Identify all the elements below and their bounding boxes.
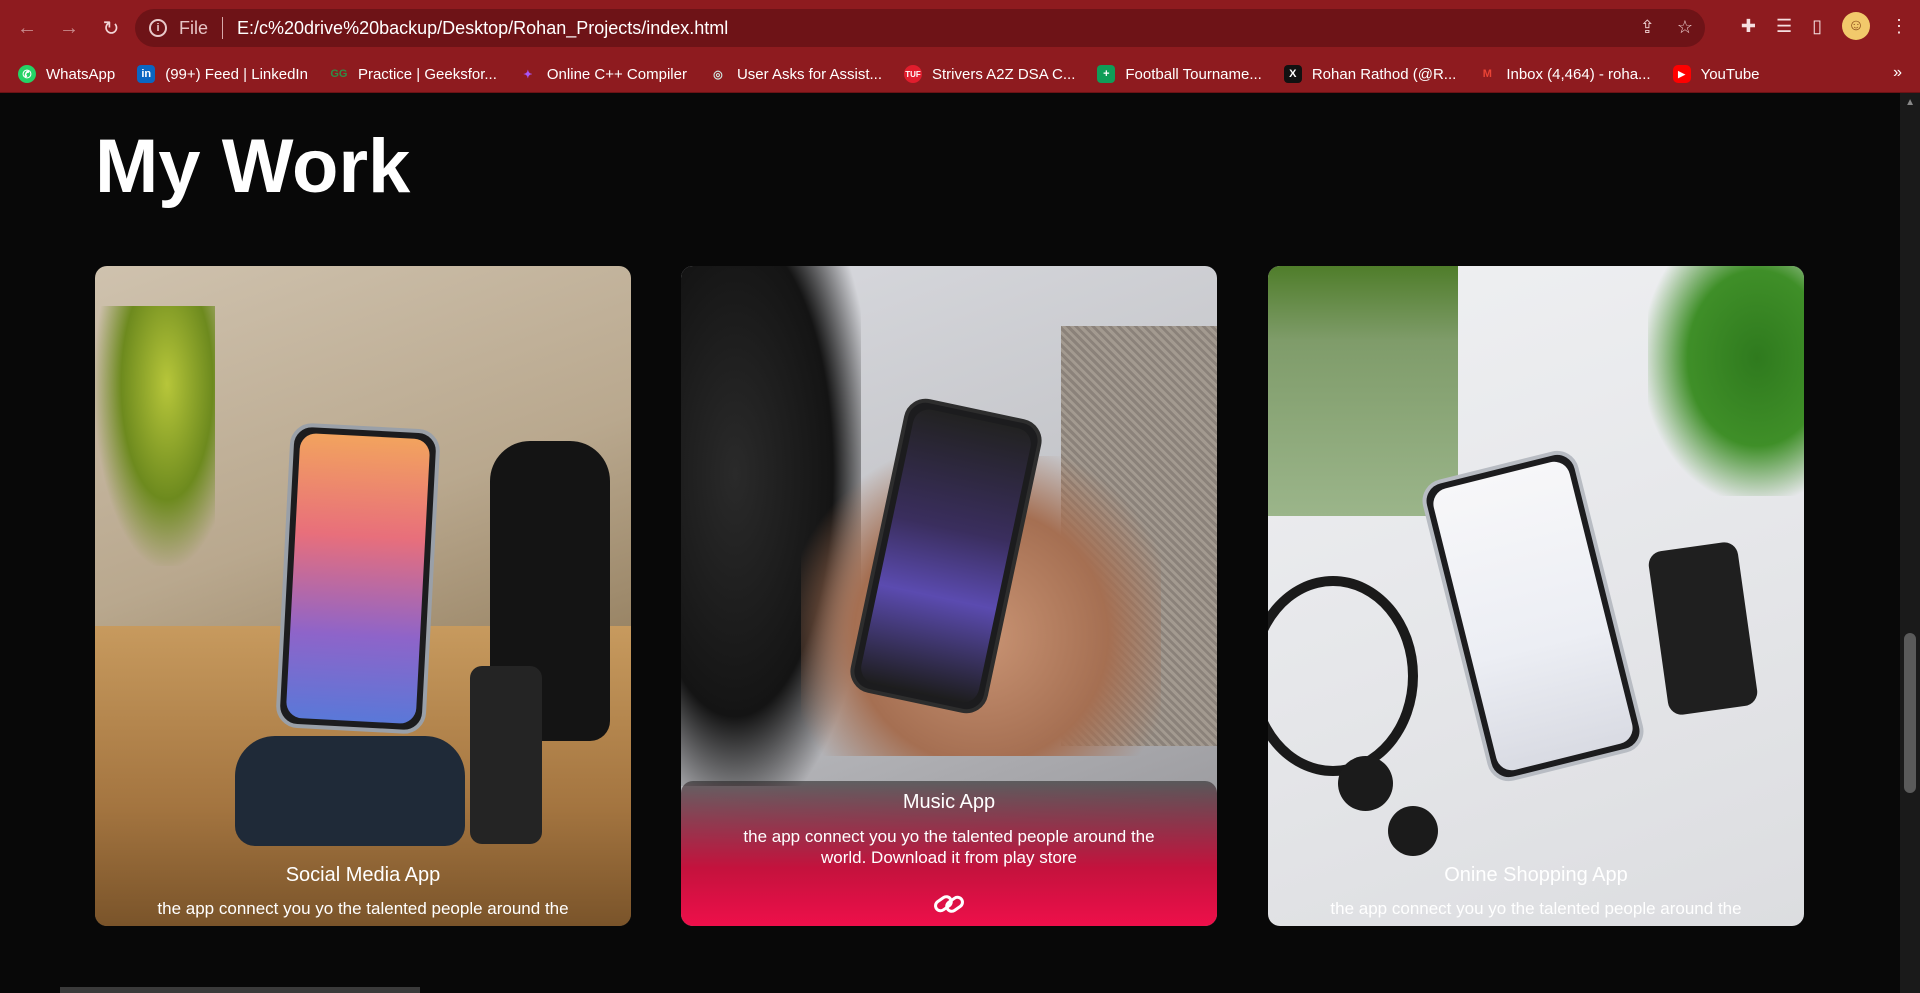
work-card-shopping[interactable]: Onine Shopping App the app connect you y… [1268, 266, 1804, 926]
address-actions: ⇪ ☆ [1640, 17, 1693, 38]
share-icon[interactable]: ⇪ [1640, 17, 1655, 38]
x-icon: X [1283, 65, 1302, 83]
bookmark-chatgpt[interactable]: ◎ User Asks for Assist... [709, 65, 882, 83]
more-bookmarks-icon[interactable]: » [1893, 64, 1902, 82]
phone-screen [285, 432, 431, 725]
bookmark-strivers[interactable]: TUF Strivers A2Z DSA C... [904, 65, 1075, 83]
toolbar-actions: ✚ ☰ ▯ ☺ ⋮ [1741, 12, 1908, 40]
bookmark-linkedin[interactable]: in (99+) Feed | LinkedIn [137, 65, 308, 83]
vertical-scrollbar[interactable]: ▲ [1900, 93, 1920, 993]
link-icon[interactable] [932, 890, 966, 918]
card-title: Music App [902, 791, 996, 813]
address-bar[interactable]: i File E:/c%20drive%20backup/Desktop/Roh… [135, 9, 1705, 47]
geeksforgeeks-icon: GG [330, 68, 348, 80]
scroll-up-icon[interactable]: ▲ [1905, 97, 1915, 108]
scrollbar-thumb[interactable] [1904, 633, 1916, 793]
work-card-music[interactable]: Music App the app connect you yo the tal… [681, 266, 1217, 926]
browser-toolbar: ← → ↻ i File E:/c%20drive%20backup/Deskt… [0, 0, 1920, 56]
bookmark-youtube[interactable]: ▶ YouTube [1672, 65, 1760, 83]
compiler-icon: ✦ [523, 68, 533, 81]
whatsapp-icon: ✆ [18, 65, 36, 83]
sheets-icon: + [1097, 65, 1116, 83]
phone-stand-image [235, 736, 465, 846]
charger-image [470, 666, 542, 844]
phone-mockup [1417, 446, 1649, 786]
page-content: My Work Social Media App the app connect… [0, 93, 1920, 993]
address-separator [222, 17, 224, 39]
card-title: Social Media App [285, 864, 441, 886]
page-title: My Work [95, 124, 411, 209]
side-panel-icon[interactable]: ▯ [1812, 16, 1822, 37]
card-description: the app connect you yo the talented peop… [157, 899, 569, 918]
chatgpt-icon: ◎ [713, 68, 723, 81]
site-info-icon[interactable]: i [149, 19, 167, 37]
file-label: File [179, 17, 209, 38]
back-arrow-icon[interactable]: ← [12, 13, 42, 43]
card-title: Onine Shopping App [1444, 864, 1628, 886]
bookmark-cpp-compiler[interactable]: ✦ Online C++ Compiler [519, 65, 687, 83]
plant-pot-image [1268, 266, 1458, 516]
profile-avatar[interactable]: ☺ [1842, 12, 1870, 40]
bookmarks-bar: ✆ WhatsApp in (99+) Feed | LinkedIn GG Prac… [0, 56, 1920, 93]
takeuforward-icon: TUF [904, 65, 922, 83]
palm-leaves-image [1648, 266, 1804, 496]
youtube-icon: ▶ [1672, 65, 1691, 83]
bookmark-label: Football Tourname... [1125, 65, 1262, 83]
card-description: the app connect you yo the talented peop… [1330, 899, 1742, 918]
bookmark-star-icon[interactable]: ☆ [1677, 17, 1693, 38]
horizontal-scroll-indicator [60, 987, 420, 993]
linkedin-icon: in [137, 65, 156, 83]
phone-screen [1430, 458, 1636, 774]
bookmark-whatsapp[interactable]: ✆ WhatsApp [18, 65, 115, 83]
bookmark-label: User Asks for Assist... [736, 65, 882, 83]
bookmark-label: Inbox (4,464) - roha... [1506, 65, 1651, 83]
menu-kebab-icon[interactable]: ⋮ [1890, 16, 1908, 37]
media-control-icon[interactable]: ☰ [1776, 16, 1792, 37]
url-text[interactable]: E:/c%20drive%20backup/Desktop/Rohan_Proj… [237, 18, 728, 39]
gmail-icon: M [1482, 68, 1492, 80]
bookmark-label: WhatsApp [46, 65, 116, 83]
bookmark-label: YouTube [1700, 65, 1760, 83]
bookmark-label: Rohan Rathod (@R... [1311, 65, 1457, 83]
bookmark-label: Practice | Geeksfor... [357, 65, 497, 83]
phone-mockup [275, 422, 441, 735]
bookmark-label: Strivers A2Z DSA C... [932, 65, 1076, 83]
bookmark-x-twitter[interactable]: X Rohan Rathod (@R... [1283, 65, 1457, 83]
work-card-social-media[interactable]: Social Media App the app connect you yo … [95, 266, 631, 926]
bookmark-geeksforgeeks[interactable]: GG Practice | Geeksfor... [330, 65, 497, 83]
earbuds-image-2 [1388, 806, 1438, 856]
bookmark-label: (99+) Feed | LinkedIn [165, 65, 308, 83]
bookmark-football[interactable]: + Football Tourname... [1097, 65, 1262, 83]
bookmark-gmail[interactable]: M Inbox (4,464) - roha... [1478, 65, 1651, 83]
card-description: the app connect you yo the talented peop… [743, 827, 1155, 867]
cable-image [1268, 576, 1418, 776]
reload-icon[interactable]: ↻ [96, 13, 126, 43]
earbuds-image [1338, 756, 1393, 811]
forward-arrow-icon[interactable]: → [54, 13, 84, 43]
extensions-icon[interactable]: ✚ [1741, 16, 1756, 37]
bookmark-label: Online C++ Compiler [546, 65, 687, 83]
charger-image [1646, 540, 1760, 717]
plant-image [95, 306, 215, 566]
